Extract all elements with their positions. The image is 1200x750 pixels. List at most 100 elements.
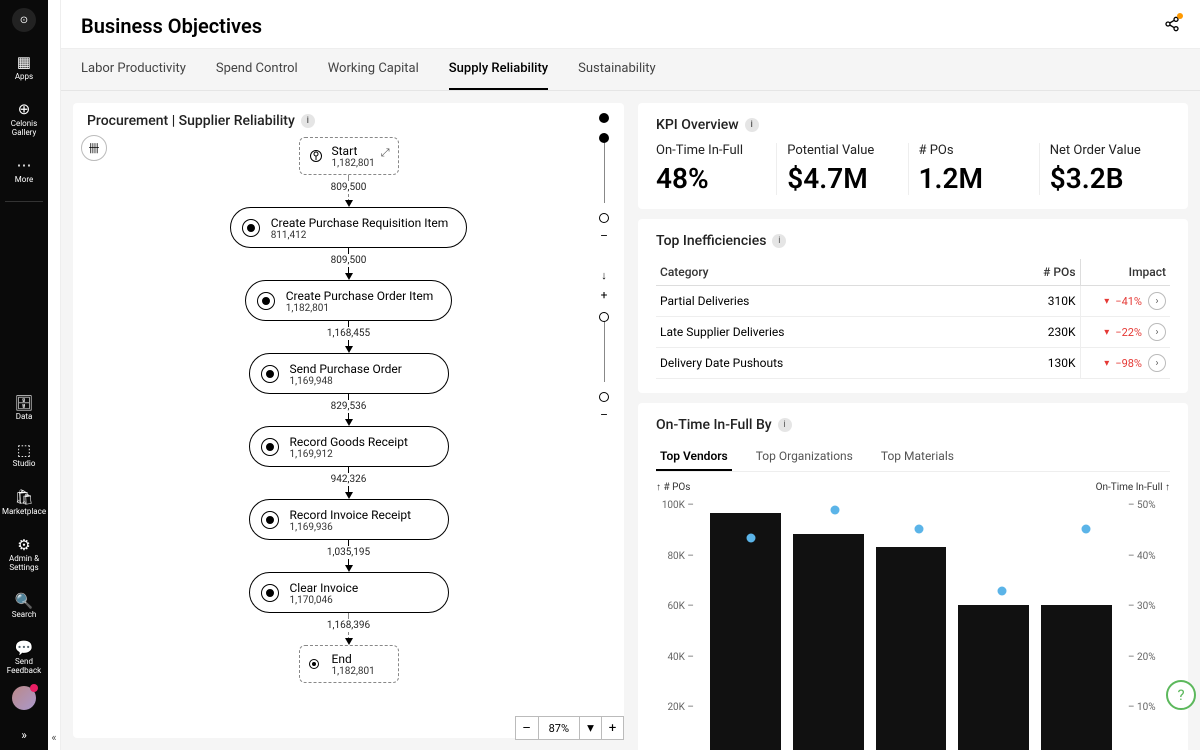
- sidebar-item-more[interactable]: ⋯ More: [0, 147, 48, 194]
- y1-tick: 80K: [656, 551, 694, 562]
- y2-axis-label: On-Time In-Full ↑: [1096, 482, 1170, 493]
- process-node-end[interactable]: End 1,182,801: [299, 645, 399, 683]
- sidebar-item-admin-settings[interactable]: ⚙ Admin & Settings: [0, 527, 48, 583]
- sidebar-item-marketplace[interactable]: 🛍 Marketplace: [0, 479, 48, 526]
- top-inefficiencies-card: Top Inefficiencies i Category # POs Impa…: [638, 219, 1188, 393]
- down-arrow-icon: ▾: [1104, 327, 1109, 338]
- collapse-panel-button[interactable]: «: [48, 0, 61, 750]
- tab-labor-productivity[interactable]: Labor Productivity: [81, 49, 186, 90]
- sidebar-item-label: Data: [16, 413, 33, 422]
- process-node[interactable]: Record Goods Receipt 1,169,912: [249, 426, 449, 467]
- node-title: Send Purchase Order: [290, 362, 430, 376]
- col-pos: # POs: [980, 259, 1080, 286]
- bar-voidgate[interactable]: [710, 513, 781, 750]
- share-icon[interactable]: [1164, 16, 1180, 36]
- zoom-in-button[interactable]: +: [601, 717, 623, 739]
- sidebar-item-send-feedback[interactable]: 💬 Send Feedback: [0, 630, 48, 686]
- process-node[interactable]: Record Invoice Receipt 1,169,936: [249, 499, 449, 540]
- cell-impact: −22%: [1115, 326, 1142, 339]
- info-icon[interactable]: i: [778, 418, 792, 432]
- dot-max-stores[interactable]: [914, 524, 923, 533]
- drill-button[interactable]: ›: [1148, 292, 1166, 310]
- arrow-down-icon: [345, 273, 353, 280]
- tab-spend-control[interactable]: Spend Control: [216, 49, 298, 90]
- drill-button[interactable]: ›: [1148, 354, 1166, 372]
- info-icon[interactable]: i: [745, 118, 759, 132]
- dot-golbrews[interactable]: [830, 505, 839, 514]
- zoom-out-button[interactable]: –: [516, 717, 538, 739]
- table-row[interactable]: Delivery Date Pushouts 130K ▾ −98% ›: [656, 348, 1170, 379]
- bar-sara[interactable]: [1041, 605, 1112, 750]
- edge-label: 1,168,455: [323, 327, 374, 340]
- sidebar-item-studio[interactable]: ⬚ Studio: [0, 432, 48, 479]
- avatar[interactable]: [12, 686, 36, 710]
- edge-label: 809,500: [327, 254, 371, 267]
- info-icon[interactable]: i: [772, 234, 786, 248]
- kpi-value: $3.2B: [1050, 162, 1160, 195]
- expand-sidebar-icon[interactable]: »: [13, 720, 35, 750]
- y1-tick: 60K: [656, 601, 694, 612]
- apps-icon: ▦: [17, 54, 31, 71]
- subtab-top-organizations[interactable]: Top Organizations: [752, 443, 857, 471]
- node-title: Record Goods Receipt: [290, 435, 430, 449]
- subtab-top-vendors[interactable]: Top Vendors: [656, 443, 732, 471]
- bar-golbrews[interactable]: [793, 534, 864, 750]
- sidebar-item-apps[interactable]: ▦ Apps: [0, 44, 48, 91]
- sidebar-item-celonis-gallery[interactable]: ⊕ Celonis Gallery: [0, 91, 48, 147]
- process-node[interactable]: Create Purchase Order Item 1,182,801: [245, 280, 452, 321]
- celonis gallery-icon: ⊕: [18, 101, 31, 118]
- arrow-down-icon: [345, 492, 353, 499]
- down-arrow-icon: ▾: [1104, 358, 1109, 369]
- table-row[interactable]: Late Supplier Deliveries 230K ▾ −22% ›: [656, 317, 1170, 348]
- more-icon: ⋯: [17, 157, 32, 174]
- kpi-title: KPI Overview: [656, 117, 739, 133]
- zoom-value: 87%: [538, 717, 579, 739]
- sidebar-item-data[interactable]: 🗄 Data: [0, 385, 48, 432]
- studio-icon: ⬚: [17, 442, 31, 459]
- dot-voidgate[interactable]: [747, 534, 756, 543]
- process-graph[interactable]: Start 1,182,801 ⤢ 809,500 Create Purchase…: [87, 137, 610, 728]
- sidebar-item-label: Send Feedback: [2, 658, 46, 676]
- info-icon[interactable]: i: [301, 114, 315, 128]
- process-node[interactable]: Send Purchase Order 1,169,948: [249, 353, 449, 394]
- tab-working-capital[interactable]: Working Capital: [328, 49, 419, 90]
- edge-label: 809,500: [327, 181, 371, 194]
- tab-sustainability[interactable]: Sustainability: [578, 49, 656, 90]
- bar-max stores[interactable]: [876, 547, 947, 750]
- edge-label: 829,536: [327, 400, 371, 413]
- node-title: Clear Invoice: [290, 581, 430, 595]
- dot-eu-factory[interactable]: [998, 586, 1007, 595]
- cell-category: Delivery Date Pushouts: [656, 348, 980, 379]
- table-row[interactable]: Partial Deliveries 310K ▾ −41% ›: [656, 286, 1170, 317]
- arrow-down-icon: [345, 638, 353, 645]
- node-sub: 1,182,801: [332, 158, 384, 169]
- sidebar-item-label: Marketplace: [2, 508, 46, 517]
- subtab-top-materials[interactable]: Top Materials: [877, 443, 958, 471]
- marketplace-icon: 🛍: [14, 489, 33, 506]
- zoom-dropdown-button[interactable]: ▾: [579, 717, 601, 739]
- process-node-start[interactable]: Start 1,182,801 ⤢: [299, 137, 399, 175]
- expand-icon[interactable]: ⤢: [381, 146, 390, 160]
- edge-label: 1,035,195: [323, 546, 374, 559]
- help-button[interactable]: ?: [1166, 680, 1196, 710]
- node-sub: 1,182,801: [286, 303, 433, 314]
- arrow-down-icon: [345, 346, 353, 353]
- tab-supply-reliability[interactable]: Supply Reliability: [449, 49, 548, 90]
- process-node[interactable]: Clear Invoice 1,170,046: [249, 572, 449, 613]
- sidebar-item-label: Search: [12, 611, 37, 620]
- page-title: Business Objectives: [81, 14, 262, 38]
- kpi-value: 1.2M: [919, 162, 1029, 195]
- logo-icon[interactable]: ⊙: [12, 8, 36, 32]
- dot-sara[interactable]: [1081, 524, 1090, 533]
- sidebar-item-search[interactable]: 🔍 Search: [0, 583, 48, 630]
- process-node[interactable]: Create Purchase Requisition Item 811,412: [230, 207, 468, 248]
- objective-tabs: Labor Productivity Spend Control Working C…: [61, 49, 1200, 91]
- cell-impact: −41%: [1115, 295, 1142, 308]
- drill-button[interactable]: ›: [1148, 323, 1166, 341]
- kpi-label: # POs: [919, 143, 1029, 158]
- cell-pos: 130K: [980, 348, 1080, 379]
- bar-eu factory[interactable]: [958, 605, 1029, 750]
- y1-tick: 40K: [656, 652, 694, 663]
- otif-chart: ↑ # POs On-Time In-Full ↑ 100K80K60K40K2…: [656, 482, 1170, 750]
- kpi-label: Net Order Value: [1050, 143, 1160, 158]
